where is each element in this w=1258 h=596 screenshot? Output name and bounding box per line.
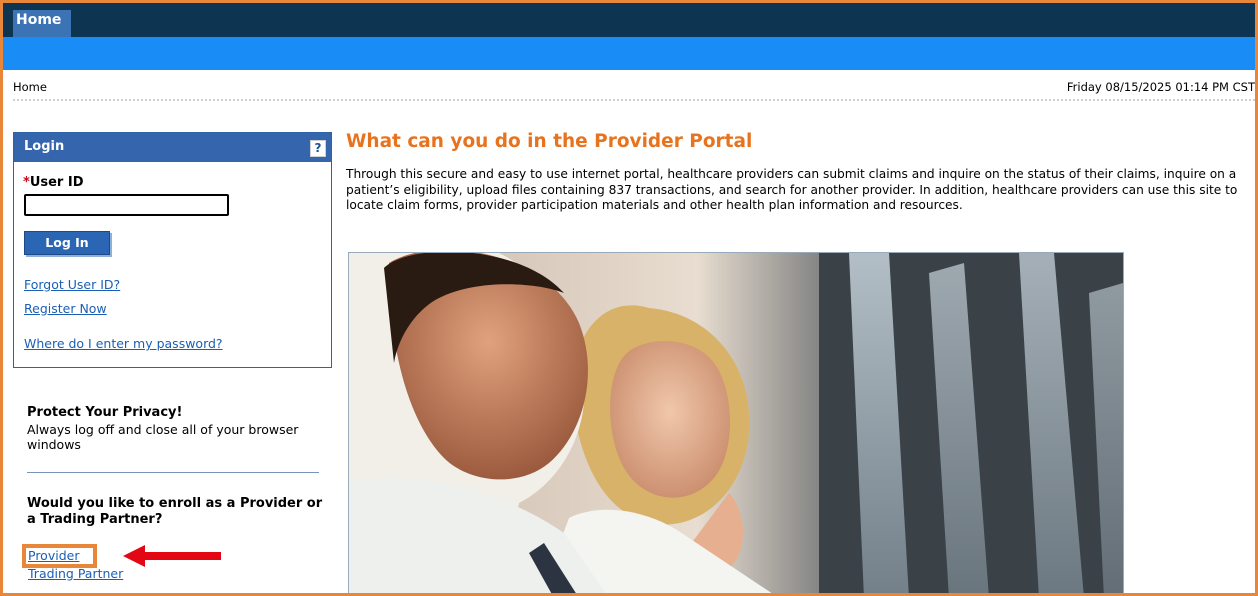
- trading-partner-link[interactable]: Trading Partner: [28, 566, 123, 581]
- help-icon[interactable]: ?: [310, 140, 326, 157]
- login-header: Login ?: [14, 133, 331, 162]
- current-datetime: Friday 08/15/2025 01:14 PM CST: [1066, 80, 1255, 94]
- divider: [13, 99, 1255, 101]
- where-password-link[interactable]: Where do I enter my password?: [24, 336, 223, 351]
- photo-illustration: [349, 253, 1123, 593]
- forgot-user-id-link[interactable]: Forgot User ID?: [24, 277, 120, 292]
- privacy-text: Always log off and close all of your bro…: [27, 422, 299, 452]
- user-id-input[interactable]: [24, 194, 229, 216]
- page-title: What can you do in the Provider Portal: [346, 131, 753, 152]
- login-title: Login: [24, 139, 65, 154]
- sub-nav-bar: [3, 37, 1255, 70]
- tab-home[interactable]: Home: [13, 10, 71, 37]
- arrow-left-icon: [123, 545, 221, 567]
- user-id-label-text: User ID: [29, 175, 84, 190]
- provider-link[interactable]: Provider: [28, 548, 79, 563]
- top-nav-bar: Home: [3, 3, 1255, 37]
- login-panel: Login ? *User ID Log In Forgot User ID? …: [13, 132, 332, 368]
- enroll-question: Would you like to enroll as a Provider o…: [27, 496, 323, 527]
- intro-text: Through this secure and easy to use inte…: [346, 167, 1238, 212]
- breadcrumb-row: Home Friday 08/15/2025 01:14 PM CST: [13, 80, 1255, 96]
- log-in-button[interactable]: Log In: [24, 231, 110, 255]
- user-id-label: *User ID: [23, 175, 84, 190]
- page-frame: Home Home Friday 08/15/2025 01:14 PM CST…: [0, 0, 1258, 596]
- register-now-link[interactable]: Register Now: [24, 301, 107, 316]
- doctors-xray-photo: [348, 252, 1124, 593]
- privacy-title: Protect Your Privacy!: [27, 405, 183, 420]
- sidebar-divider: [27, 472, 319, 473]
- breadcrumb: Home: [13, 80, 47, 94]
- required-mark: *: [23, 175, 30, 190]
